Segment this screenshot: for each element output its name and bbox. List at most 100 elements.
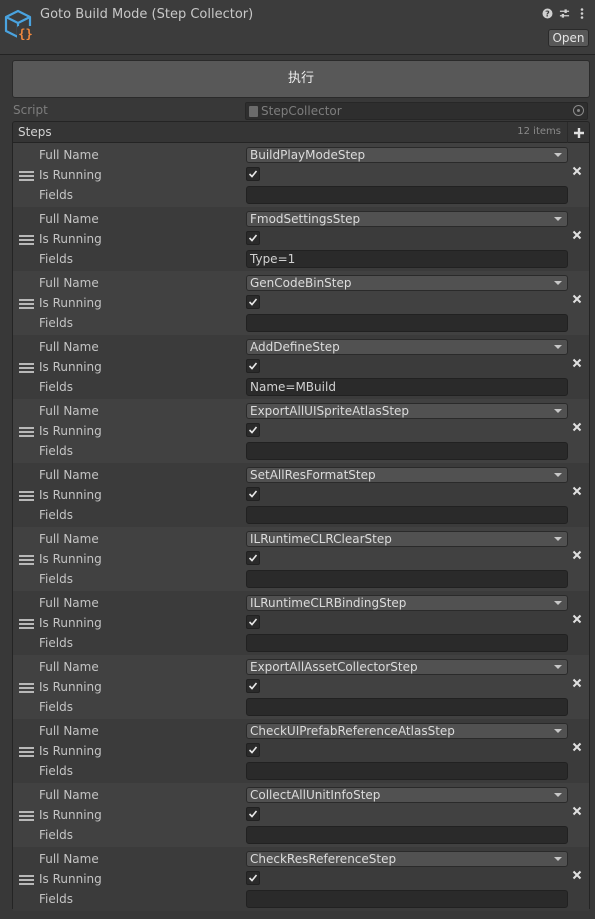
full-name-dropdown[interactable]: ExportAllUISpriteAtlasStep bbox=[246, 403, 568, 419]
fields-input[interactable] bbox=[246, 506, 568, 524]
full-name-value: SetAllResFormatStep bbox=[250, 468, 376, 482]
full-name-dropdown[interactable]: ExportAllAssetCollectorStep bbox=[246, 659, 568, 675]
steps-list-header[interactable]: Steps 12 items bbox=[12, 121, 590, 143]
remove-step-button[interactable] bbox=[570, 165, 584, 179]
drag-handle-icon[interactable] bbox=[19, 427, 34, 437]
remove-step-button[interactable] bbox=[570, 421, 584, 435]
drag-handle-icon[interactable] bbox=[19, 555, 34, 565]
preset-icon[interactable] bbox=[559, 7, 570, 20]
remove-step-button[interactable] bbox=[570, 293, 584, 307]
inspector-header: {} Goto Build Mode (Step Collector) ? Op… bbox=[0, 0, 595, 55]
fields-input[interactable] bbox=[246, 762, 568, 780]
remove-step-button[interactable] bbox=[570, 613, 584, 627]
full-name-dropdown[interactable]: CheckUIPrefabReferenceAtlasStep bbox=[246, 723, 568, 739]
script-field[interactable]: StepCollector bbox=[245, 102, 588, 120]
checkmark-icon bbox=[248, 234, 258, 242]
full-name-dropdown[interactable]: CollectAllUnitInfoStep bbox=[246, 787, 568, 803]
remove-step-button[interactable] bbox=[570, 485, 584, 499]
drag-handle-icon[interactable] bbox=[19, 683, 34, 693]
full-name-dropdown[interactable]: ILRuntimeCLRClearStep bbox=[246, 531, 568, 547]
fields-input[interactable] bbox=[246, 698, 568, 716]
full-name-dropdown[interactable]: CheckResReferenceStep bbox=[246, 851, 568, 867]
fields-input[interactable]: Name=MBuild bbox=[246, 378, 568, 396]
full-name-dropdown[interactable]: FmodSettingsStep bbox=[246, 211, 568, 227]
step-item: Full Name Is Running Fields CollectAllUnitI… bbox=[13, 783, 589, 847]
remove-step-button[interactable] bbox=[570, 549, 584, 563]
plus-icon bbox=[573, 127, 584, 138]
script-label: Script bbox=[13, 103, 48, 117]
full-name-dropdown[interactable]: GenCodeBinStep bbox=[246, 275, 568, 291]
remove-step-button[interactable] bbox=[570, 229, 584, 243]
full-name-value: ExportAllAssetCollectorStep bbox=[250, 660, 418, 674]
drag-handle-icon[interactable] bbox=[19, 491, 34, 501]
fields-label: Fields bbox=[39, 508, 73, 522]
full-name-dropdown[interactable]: SetAllResFormatStep bbox=[246, 467, 568, 483]
full-name-value: CheckResReferenceStep bbox=[250, 852, 397, 866]
steps-list: Full Name Is Running Fields BuildPlayModeSt… bbox=[12, 143, 590, 911]
checkmark-icon bbox=[248, 426, 258, 434]
full-name-value: ILRuntimeCLRClearStep bbox=[250, 532, 392, 546]
full-name-dropdown[interactable]: BuildPlayModeStep bbox=[246, 147, 568, 163]
full-name-value: BuildPlayModeStep bbox=[250, 148, 366, 162]
fields-input[interactable] bbox=[246, 442, 568, 460]
fields-input[interactable] bbox=[246, 186, 568, 204]
is-running-checkbox[interactable] bbox=[246, 743, 260, 757]
is-running-label: Is Running bbox=[39, 360, 102, 374]
is-running-label: Is Running bbox=[39, 616, 102, 630]
drag-handle-icon[interactable] bbox=[19, 171, 34, 181]
is-running-checkbox[interactable] bbox=[246, 807, 260, 821]
add-step-button[interactable] bbox=[567, 122, 589, 143]
object-picker-icon[interactable] bbox=[573, 105, 584, 116]
fields-label: Fields bbox=[39, 444, 73, 458]
fields-input[interactable] bbox=[246, 826, 568, 844]
execute-button[interactable]: 执行 bbox=[12, 60, 590, 98]
fields-input[interactable] bbox=[246, 890, 568, 908]
drag-handle-icon[interactable] bbox=[19, 619, 34, 629]
drag-handle-icon[interactable] bbox=[19, 299, 34, 309]
is-running-checkbox[interactable] bbox=[246, 423, 260, 437]
chevron-down-icon bbox=[554, 217, 562, 221]
remove-step-button[interactable] bbox=[570, 741, 584, 755]
drag-handle-icon[interactable] bbox=[19, 811, 34, 821]
is-running-checkbox[interactable] bbox=[246, 551, 260, 565]
fields-input[interactable] bbox=[246, 570, 568, 588]
remove-step-button[interactable] bbox=[570, 357, 584, 371]
steps-count: 12 items bbox=[517, 126, 561, 137]
close-icon bbox=[572, 550, 582, 560]
remove-step-button[interactable] bbox=[570, 805, 584, 819]
is-running-checkbox[interactable] bbox=[246, 615, 260, 629]
is-running-checkbox[interactable] bbox=[246, 871, 260, 885]
remove-step-button[interactable] bbox=[570, 677, 584, 691]
fields-input[interactable] bbox=[246, 634, 568, 652]
fields-label: Fields bbox=[39, 316, 73, 330]
drag-handle-icon[interactable] bbox=[19, 235, 34, 245]
drag-handle-icon[interactable] bbox=[19, 363, 34, 373]
remove-step-button[interactable] bbox=[570, 869, 584, 883]
close-icon bbox=[572, 294, 582, 304]
fields-input[interactable] bbox=[246, 314, 568, 332]
checkmark-icon bbox=[248, 490, 258, 498]
close-icon bbox=[572, 614, 582, 624]
is-running-checkbox[interactable] bbox=[246, 295, 260, 309]
is-running-label: Is Running bbox=[39, 296, 102, 310]
is-running-checkbox[interactable] bbox=[246, 487, 260, 501]
is-running-label: Is Running bbox=[39, 424, 102, 438]
drag-handle-icon[interactable] bbox=[19, 875, 34, 885]
fields-label: Fields bbox=[39, 636, 73, 650]
full-name-dropdown[interactable]: AddDefineStep bbox=[246, 339, 568, 355]
is-running-checkbox[interactable] bbox=[246, 679, 260, 693]
full-name-dropdown[interactable]: ILRuntimeCLRBindingStep bbox=[246, 595, 568, 611]
open-button[interactable]: Open bbox=[548, 29, 589, 47]
step-item: Full Name Is Running Fields GenCodeBinStep bbox=[13, 271, 589, 335]
help-icon[interactable]: ? bbox=[542, 7, 553, 20]
more-icon[interactable] bbox=[576, 7, 587, 20]
is-running-checkbox[interactable] bbox=[246, 231, 260, 245]
is-running-checkbox[interactable] bbox=[246, 359, 260, 373]
fields-input[interactable]: Type=1 bbox=[246, 250, 568, 268]
full-name-value: ILRuntimeCLRBindingStep bbox=[250, 596, 407, 610]
full-name-value: ExportAllUISpriteAtlasStep bbox=[250, 404, 410, 418]
checkmark-icon bbox=[248, 810, 258, 818]
drag-handle-icon[interactable] bbox=[19, 747, 34, 757]
step-item: Full Name Is Running Fields AddDefineStep Na… bbox=[13, 335, 589, 399]
is-running-checkbox[interactable] bbox=[246, 167, 260, 181]
